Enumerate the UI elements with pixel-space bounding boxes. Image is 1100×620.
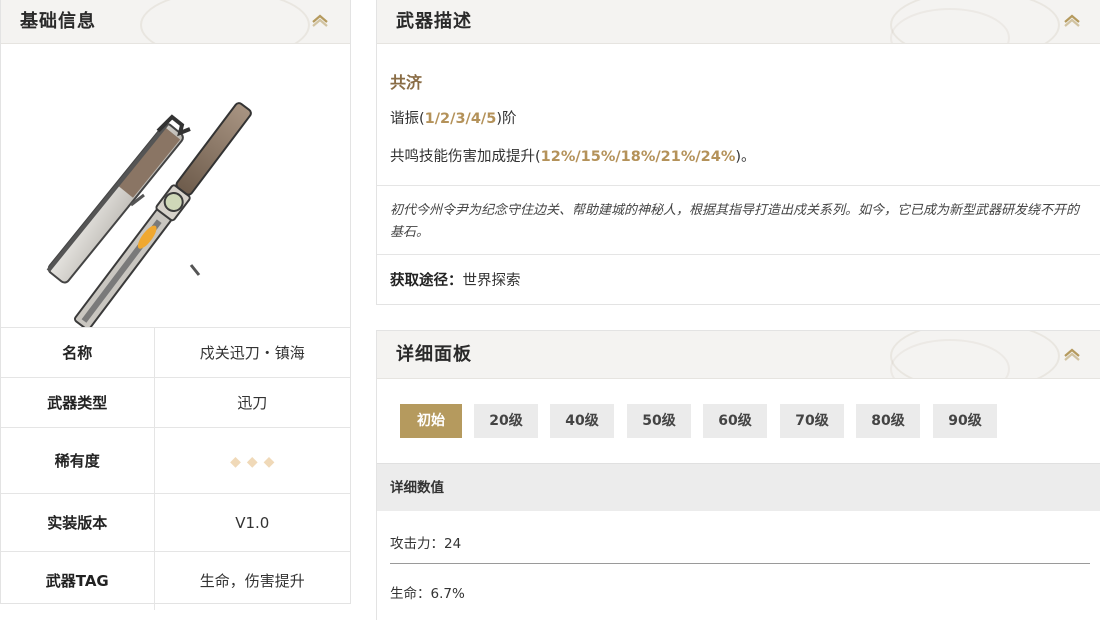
resonance-suffix: )阶 bbox=[496, 111, 517, 127]
header-decoration bbox=[140, 0, 310, 43]
chevron-up-icon[interactable] bbox=[1063, 14, 1081, 28]
stat-divider bbox=[390, 563, 1090, 564]
tab-level-50[interactable]: 50级 bbox=[627, 404, 691, 438]
weapon-description-panel: 武器描述 共济 谐振(1/2/3/4/5)阶 共鸣技能伤害加成提升(12%/15… bbox=[376, 0, 1100, 305]
basic-info-table: 名称 戍关迅刀・镇海 武器类型 迅刀 稀有度 ◆ ◆ ◆ 实装版本 V1.0 武器T… bbox=[1, 327, 350, 610]
chevron-up-icon[interactable] bbox=[311, 14, 329, 28]
tag-value: 生命，伤害提升 bbox=[154, 551, 350, 610]
basic-info-title: 基础信息 bbox=[20, 11, 96, 32]
description-title: 武器描述 bbox=[396, 11, 472, 32]
row-label: 武器类型 bbox=[1, 377, 155, 428]
divider bbox=[377, 254, 1100, 255]
skill-name: 共济 bbox=[390, 73, 423, 92]
description-header[interactable]: 武器描述 bbox=[377, 0, 1100, 44]
effect-prefix: 共鸣技能伤害加成提升( bbox=[390, 149, 541, 165]
rarity-stars: ◆ ◆ ◆ bbox=[154, 427, 350, 494]
weapon-image bbox=[46, 102, 252, 327]
weapon-type-value: 迅刀 bbox=[154, 377, 350, 428]
tab-level-40[interactable]: 40级 bbox=[550, 404, 614, 438]
rarity-star-icon: ◆ bbox=[246, 453, 258, 470]
info-row-version: 实装版本 V1.0 bbox=[1, 493, 350, 552]
effect-values: 12%/15%/18%/21%/24% bbox=[540, 149, 736, 165]
basic-info-panel: 基础信息 名称 戍关迅刀・镇海 武器类型 迅刀 稀有度 ◆ ◆ ◆ 实装版本 V… bbox=[0, 0, 351, 610]
stat-hp: 生命：6.7% bbox=[390, 586, 465, 602]
info-row-tag: 武器TAG 生命，伤害提升 bbox=[1, 551, 350, 610]
tab-level-80[interactable]: 80级 bbox=[856, 404, 920, 438]
acquisition-value: 世界探索 bbox=[462, 273, 521, 289]
row-label: 实装版本 bbox=[1, 493, 155, 552]
weapon-name-value: 戍关迅刀・镇海 bbox=[154, 327, 350, 378]
stats-header: 详细数值 bbox=[377, 463, 1100, 511]
effect-line: 共鸣技能伤害加成提升(12%/15%/18%/21%/24%)。 bbox=[390, 145, 756, 166]
resonance-levels: 1/2/3/4/5 bbox=[424, 111, 497, 127]
tab-level-60[interactable]: 60级 bbox=[703, 404, 767, 438]
detail-title: 详细面板 bbox=[396, 344, 472, 365]
resonance-line: 谐振(1/2/3/4/5)阶 bbox=[390, 107, 516, 128]
detail-header[interactable]: 详细面板 bbox=[377, 331, 1100, 379]
info-row-name: 名称 戍关迅刀・镇海 bbox=[1, 327, 350, 378]
chevron-up-icon[interactable] bbox=[1063, 348, 1081, 362]
effect-suffix: )。 bbox=[735, 149, 756, 165]
tab-level-20[interactable]: 20级 bbox=[474, 404, 538, 438]
detail-panel: 详细面板 初始 20级 40级 50级 60级 70级 80级 90级 详细数值… bbox=[376, 330, 1100, 620]
row-label: 名称 bbox=[1, 327, 155, 378]
tab-level-70[interactable]: 70级 bbox=[780, 404, 844, 438]
acquisition-line: 获取途径：世界探索 bbox=[390, 269, 521, 290]
resonance-prefix: 谐振( bbox=[390, 111, 425, 127]
info-row-type: 武器类型 迅刀 bbox=[1, 377, 350, 428]
lore-text: 初代今州令尹为纪念守住边关、帮助建城的神秘人，根据其指导打造出戍关系列。如今，它… bbox=[390, 203, 1080, 240]
tab-initial[interactable]: 初始 bbox=[400, 404, 462, 438]
info-row-rarity: 稀有度 ◆ ◆ ◆ bbox=[1, 427, 350, 494]
rarity-star-icon: ◆ bbox=[263, 453, 275, 470]
version-value: V1.0 bbox=[154, 493, 350, 552]
rarity-star-icon: ◆ bbox=[230, 453, 241, 470]
acquisition-label: 获取途径： bbox=[390, 273, 463, 289]
tab-level-90[interactable]: 90级 bbox=[933, 404, 997, 438]
stat-attack: 攻击力：24 bbox=[390, 536, 462, 552]
row-label: 稀有度 bbox=[1, 427, 155, 494]
row-label: 武器TAG bbox=[1, 551, 155, 610]
basic-info-header[interactable]: 基础信息 bbox=[1, 0, 350, 44]
divider bbox=[377, 185, 1100, 186]
